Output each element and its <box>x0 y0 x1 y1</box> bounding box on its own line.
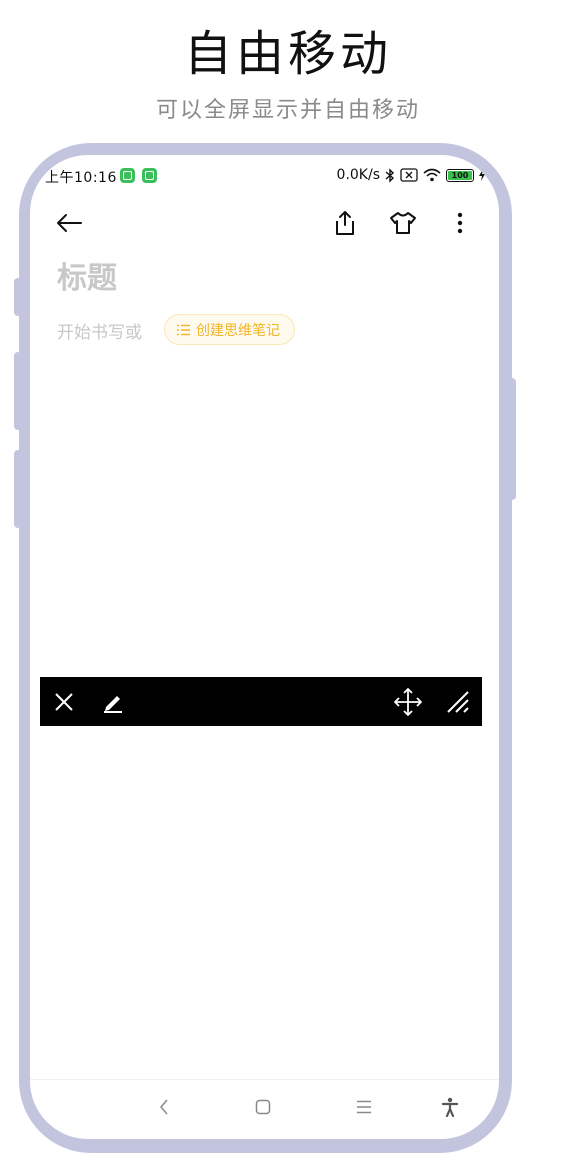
nav-menu-icon[interactable] <box>352 1095 376 1119</box>
wifi-icon <box>423 168 441 182</box>
share-icon[interactable] <box>329 207 361 239</box>
more-vertical-icon[interactable] <box>444 207 476 239</box>
notification-app-icon <box>120 168 135 183</box>
charging-icon <box>479 169 485 181</box>
list-icon <box>177 324 190 335</box>
floating-toolbar[interactable] <box>40 677 482 726</box>
promo-subtitle: 可以全屏显示并自由移动 <box>155 98 420 123</box>
battery-icon: 100 <box>446 168 474 182</box>
notification-app-icon <box>142 168 157 183</box>
resize-icon[interactable] <box>442 686 474 718</box>
move-icon[interactable] <box>392 686 424 718</box>
promo-headline: 自由移动 <box>183 26 392 82</box>
status-bar: 上午10:16 0.0K/s 100 <box>45 167 485 187</box>
close-icon[interactable] <box>48 686 80 718</box>
battery-level: 100 <box>448 170 472 180</box>
note-title-input[interactable]: 标题 <box>57 253 117 297</box>
nav-back-icon[interactable] <box>152 1095 176 1119</box>
bluetooth-icon <box>385 167 395 183</box>
pen-icon[interactable] <box>97 686 129 718</box>
note-body-input[interactable]: 开始书写或 <box>57 318 142 343</box>
phone-screen: 上午10:16 0.0K/s 100 标题 开始书写或 创建思维笔记 <box>30 155 499 1139</box>
nav-divider <box>30 1079 499 1080</box>
status-time: 上午10:16 <box>45 170 117 186</box>
nav-home-icon[interactable] <box>251 1095 275 1119</box>
back-arrow-icon[interactable] <box>53 207 85 239</box>
create-mindmap-label: 创建思维笔记 <box>196 322 280 339</box>
shirt-theme-icon[interactable] <box>387 207 419 239</box>
network-speed: 0.0K/s <box>336 167 380 183</box>
create-mindmap-button[interactable]: 创建思维笔记 <box>164 314 295 345</box>
status-right-group: 0.0K/s 100 <box>337 167 485 183</box>
sim-off-icon <box>400 168 418 182</box>
accessibility-icon[interactable] <box>438 1095 462 1119</box>
